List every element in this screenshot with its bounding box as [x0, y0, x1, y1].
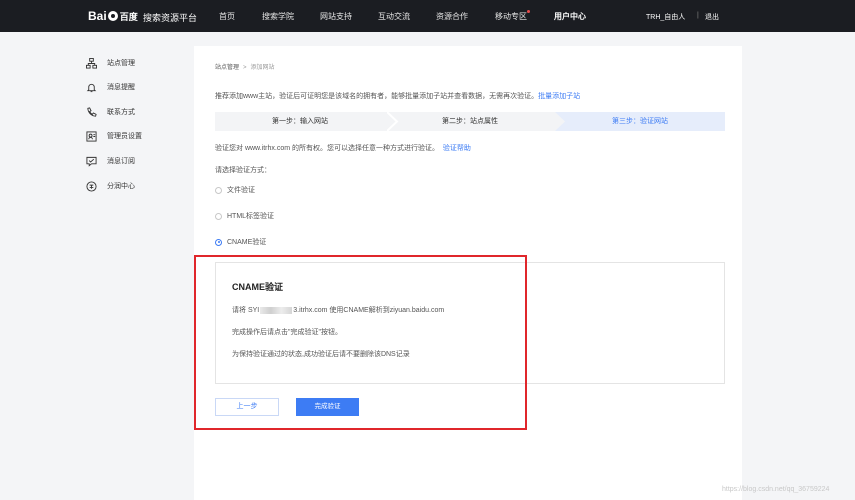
intro-body: 推荐添加www主站，验证后可证明您是该域名的拥有者，能够批量添加子站并查看数据，…	[215, 93, 539, 100]
coin-icon	[86, 180, 97, 192]
sidebar-item-admin-settings[interactable]: 管理员设置	[86, 129, 142, 143]
batch-add-subsites-link[interactable]: 批量添加子站	[538, 93, 580, 100]
header-separator: |	[697, 12, 699, 19]
radio-cname-verification[interactable]: CNAME验证	[215, 237, 266, 247]
sitemap-icon	[86, 57, 97, 69]
step-1: 第一步：输入网站	[272, 118, 328, 125]
step-progress: 第一步：输入网站 第二步：站点属性 第三步：验证网站	[215, 112, 725, 131]
bell-icon	[86, 82, 97, 93]
logout-link[interactable]: 退出	[705, 12, 719, 22]
sidebar-item-site-management[interactable]: 站点管理	[86, 56, 135, 70]
radio-label: CNAME验证	[227, 239, 267, 246]
radio-circle[interactable]	[215, 186, 222, 194]
sidebar-item-label: 联系方式	[107, 109, 135, 116]
highlight-annotation	[194, 255, 527, 430]
ownership-body: 验证您对 www.itrhx.com 的所有权。您可以选择任意一种方式进行验证。	[215, 145, 440, 152]
breadcrumb-arrow: >	[243, 65, 247, 71]
breadcrumb-root[interactable]: 站点管理	[215, 65, 239, 71]
sidebar-item-label: 分润中心	[107, 183, 135, 190]
verify-help-link[interactable]: 验证帮助	[443, 145, 471, 152]
sidebar-item-label: 消息订阅	[107, 158, 135, 165]
choose-method-label: 请选择验证方式：	[215, 167, 271, 174]
breadcrumb: 站点管理 > 添加网站	[215, 62, 275, 71]
phone-icon	[86, 106, 97, 118]
admin-icon	[86, 130, 97, 142]
baidu-logo[interactable]: Bai 百度	[88, 9, 138, 23]
radio-circle-selected[interactable]	[215, 238, 222, 246]
nav-mobile[interactable]: 移动专区	[495, 11, 527, 22]
logo-text-left: Bai	[88, 9, 107, 23]
nav-site-support[interactable]: 网站支持	[320, 11, 352, 22]
radio-file-verification[interactable]: 文件验证	[215, 185, 255, 195]
sidebar-item-revenue[interactable]: 分润中心	[86, 179, 135, 193]
username[interactable]: TRH_自由人	[646, 12, 685, 22]
notification-dot	[527, 10, 530, 13]
watermark: https://blog.csdn.net/qq_36759224	[722, 486, 830, 493]
nav-user-center[interactable]: 用户中心	[554, 11, 586, 22]
step-3: 第三步：验证网站	[555, 112, 725, 131]
platform-title[interactable]: 搜索资源平台	[143, 11, 197, 24]
sidebar-item-notifications[interactable]: 消息提醒	[86, 80, 135, 94]
step-divider	[555, 112, 565, 131]
nav-resources[interactable]: 资源合作	[436, 11, 468, 22]
sidebar-item-label: 消息提醒	[107, 84, 135, 91]
intro-text: 推荐添加www主站，验证后可证明您是该域名的拥有者，能够批量添加子站并查看数据，…	[215, 91, 580, 101]
paw-icon	[107, 11, 118, 21]
subscribe-icon	[86, 156, 97, 167]
logo-text-right: 百度	[119, 11, 138, 22]
sidebar-item-label: 管理员设置	[107, 133, 142, 140]
top-navbar: Bai 百度 搜索资源平台 首页 搜索学院 网站支持 互动交流 资源合作 移动专…	[0, 0, 855, 32]
radio-label: HTML标签验证	[227, 213, 275, 220]
sidebar-item-subscriptions[interactable]: 消息订阅	[86, 154, 135, 168]
sidebar: 站点管理 消息提醒 联系方式 管理员设置 消息订阅 分润中心	[0, 32, 181, 500]
breadcrumb-current: 添加网站	[250, 65, 275, 71]
sidebar-item-label: 站点管理	[107, 60, 135, 67]
nav-home[interactable]: 首页	[219, 11, 235, 22]
nav-academy[interactable]: 搜索学院	[262, 11, 294, 22]
nav-community[interactable]: 互动交流	[378, 11, 410, 22]
step-2: 第二步：站点属性	[442, 118, 498, 125]
ownership-text: 验证您对 www.itrhx.com 的所有权。您可以选择任意一种方式进行验证。…	[215, 143, 471, 153]
radio-label: 文件验证	[227, 187, 255, 194]
radio-circle[interactable]	[215, 212, 222, 220]
sidebar-item-contact[interactable]: 联系方式	[86, 105, 135, 119]
radio-html-tag-verification[interactable]: HTML标签验证	[215, 211, 274, 221]
